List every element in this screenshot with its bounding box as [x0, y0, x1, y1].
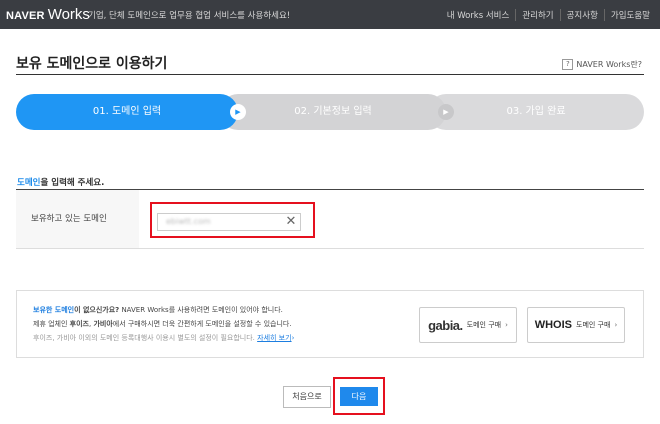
promo-line-2-rest: 에서 구매하시면 더욱 간편하게 도메인을 설정할 수 있습니다.: [112, 320, 292, 328]
title-divider: [16, 74, 644, 75]
logo-naver-text: NAVER: [6, 10, 45, 22]
nav-notice[interactable]: 공지사항: [559, 9, 604, 21]
promo-whois-name: 후이즈: [69, 320, 89, 328]
step-complete: 03. 가입 완료: [428, 94, 644, 130]
step-progress: 01. 도메인 입력 02. 기본정보 입력 03. 가입 완료 ▶ ▶: [16, 94, 644, 130]
gabia-purchase-button[interactable]: gabia. 도메인 구매 ›: [419, 307, 517, 343]
domain-section-heading: 도메인을 입력해 주세요.: [17, 176, 104, 188]
step-arrow-icon: ▶: [230, 104, 246, 120]
header-tagline: 기업, 단체 도메인으로 업무용 협업 서비스를 사용하세요!: [88, 11, 291, 21]
question-icon: ?: [562, 59, 574, 70]
logo-works-text: Works: [47, 6, 90, 23]
go-to-start-button[interactable]: 처음으로: [283, 386, 331, 408]
domain-input-value: ebiwtt.com: [166, 217, 211, 226]
step-basic-info: 02. 기본정보 입력: [220, 94, 446, 130]
section-heading-highlight: 도메인: [17, 178, 41, 188]
promo-highlight: 보유한 도메인: [33, 306, 75, 314]
domain-input[interactable]: ebiwtt.com ✕: [157, 213, 301, 231]
clear-icon[interactable]: ✕: [282, 214, 300, 230]
top-nav: 내 Works 서비스 관리하기 공지사항 가입도움말: [441, 9, 656, 21]
promo-line-2: 제휴 업체인 후이즈, 가비아에서 구매하시면 더욱 간편하게 도메인을 설정할…: [33, 317, 294, 331]
more-info-link[interactable]: 자세히 보기: [257, 334, 291, 342]
nav-my-works[interactable]: 내 Works 서비스: [441, 9, 516, 21]
naver-works-logo[interactable]: NAVER Works: [6, 6, 90, 23]
step-domain-input: 01. 도메인 입력: [16, 94, 238, 130]
section-heading-rest: 을 입력해 주세요.: [40, 178, 105, 188]
help-link-label: NAVER Works란?: [576, 60, 642, 69]
domain-form-row: 보유하고 있는 도메인 ebiwtt.com ✕: [16, 190, 644, 249]
whois-logo: WHOIS: [534, 319, 573, 331]
whois-purchase-button[interactable]: WHOIS 도메인 구매 ›: [527, 307, 625, 343]
page-title: 보유 도메인으로 이용하기: [16, 56, 168, 72]
next-highlight-box: 다음: [333, 377, 385, 415]
next-button[interactable]: 다음: [340, 387, 378, 406]
naver-works-help-link[interactable]: ? NAVER Works란?: [562, 59, 642, 70]
promo-line-3: 후이즈, 가비아 이외의 도메인 등록대행사 이용시 별도의 설정이 필요합니다…: [33, 331, 294, 345]
promo-line-3-text: 후이즈, 가비아 이외의 도메인 등록대행사 이용시 별도의 설정이 필요합니다…: [33, 334, 258, 342]
more-info-chevron-icon: ›: [291, 334, 295, 342]
promo-line-2-pre: 제휴 업체인: [33, 320, 70, 328]
nav-manage[interactable]: 관리하기: [515, 9, 559, 21]
promo-text: 보유한 도메인이 없으신가요? NAVER Works를 사용하려면 도메인이 …: [33, 303, 294, 345]
gabia-button-label: 도메인 구매: [466, 321, 502, 329]
promo-question: 이 없으신가요?: [74, 306, 120, 314]
domain-field-label: 보유하고 있는 도메인: [16, 190, 139, 248]
promo-gabia-name: 가비아: [93, 320, 113, 328]
whois-button-label: 도메인 구매: [576, 321, 611, 329]
chevron-right-icon: ›: [614, 321, 618, 329]
promo-line-1-rest: NAVER Works를 사용하려면 도메인이 있어야 합니다.: [119, 306, 283, 314]
domain-purchase-panel: 보유한 도메인이 없으신가요? NAVER Works를 사용하려면 도메인이 …: [16, 290, 644, 358]
nav-join-help[interactable]: 가입도움말: [603, 9, 656, 21]
top-bar: NAVER Works 기업, 단체 도메인으로 업무용 협업 서비스를 사용하…: [0, 0, 660, 29]
chevron-right-icon: ›: [505, 321, 508, 329]
input-highlight-box: ebiwtt.com ✕: [150, 202, 315, 238]
promo-line-1: 보유한 도메인이 없으신가요? NAVER Works를 사용하려면 도메인이 …: [33, 303, 294, 317]
gabia-logo: gabia.: [428, 317, 463, 333]
step-arrow-icon: ▶: [438, 104, 454, 120]
